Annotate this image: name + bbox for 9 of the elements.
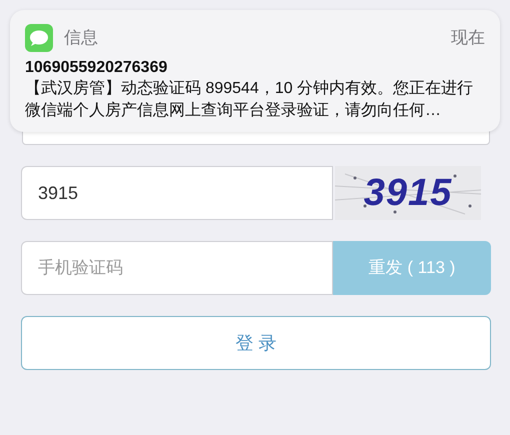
captcha-image[interactable]: 3915	[335, 166, 481, 220]
message-text: 【武汉房管】动态验证码 899544，10 分钟内有效。您正在进行微信端个人房产信息网上查询平台登录验证，请勿向任何…	[25, 78, 474, 121]
captcha-input-field[interactable]: 3915	[21, 166, 333, 220]
sms-code-field[interactable]: 手机验证码	[21, 241, 333, 295]
app-name: 信息	[64, 27, 98, 50]
notification-card[interactable]: 信息 现在 1069055920276369 【武汉房管】动态验证码 899544，10 分钟内有效。您正在进行微信端个人房产信息网上查询平台登录验证，请勿向任何…	[10, 10, 500, 132]
notification-time: 现在	[451, 27, 485, 50]
message-bubble-icon	[25, 24, 53, 52]
sender-number: 1069055920276369	[25, 58, 168, 78]
